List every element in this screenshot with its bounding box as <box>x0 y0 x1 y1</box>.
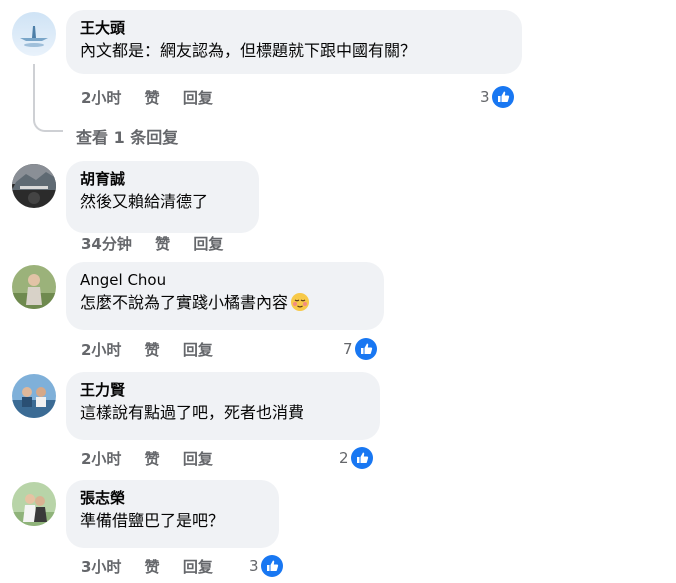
reply-thread-line <box>33 64 63 132</box>
view-replies-link[interactable]: 查看 1 条回复 <box>76 124 178 148</box>
like-button[interactable]: 赞 <box>145 450 160 468</box>
comment-time[interactable]: 2小时 <box>81 89 121 107</box>
comment-text: 這樣說有點過了吧，死者也消費 <box>80 403 305 422</box>
comment-actions: 2小时 赞 回复 <box>81 88 231 108</box>
comment-bubble: 王大頭 內文都是：網友認為，但標題就下跟中國有關？ <box>66 10 522 74</box>
comment-text: 準備借鹽巴了是吧？ <box>80 511 225 530</box>
reaction-count[interactable]: 3 <box>249 554 283 578</box>
comment-author[interactable]: 胡育誠 <box>80 169 245 189</box>
comment-text: 怎麼不說為了實踐小橘書內容 <box>80 292 370 314</box>
comment-bubble: 胡育誠 然後又賴給清德了 <box>66 161 259 233</box>
like-icon <box>350 447 373 469</box>
comment-time[interactable]: 2小时 <box>81 450 121 468</box>
comment-author[interactable]: 王力賢 <box>80 380 366 400</box>
comment-author[interactable]: 王大頭 <box>80 18 508 38</box>
like-button[interactable]: 赞 <box>155 235 170 253</box>
comment-time[interactable]: 34分钟 <box>81 235 132 253</box>
comment-author[interactable]: Angel Chou <box>80 270 370 290</box>
reaction-count[interactable]: 7 <box>343 337 377 361</box>
like-icon <box>491 86 514 108</box>
comment-text: 然後又賴給清德了 <box>80 192 209 211</box>
reply-button[interactable]: 回复 <box>183 341 213 359</box>
comment-actions: 2小时 赞 回复 <box>81 340 231 360</box>
comment-bubble: 張志榮 準備借鹽巴了是吧？ <box>66 480 279 548</box>
comment-text: 內文都是：網友認為，但標題就下跟中國有關？ <box>80 41 417 60</box>
comment-actions: 2小时 赞 回复 <box>81 449 231 469</box>
reaction-number: 3 <box>480 88 490 106</box>
comment-actions: 34分钟 赞 回复 <box>81 234 241 254</box>
reaction-count[interactable]: 3 <box>480 85 514 109</box>
reply-button[interactable]: 回复 <box>183 89 213 107</box>
comment-time[interactable]: 3小时 <box>81 558 121 576</box>
like-button[interactable]: 赞 <box>145 341 160 359</box>
reaction-number: 2 <box>339 449 349 467</box>
reaction-count[interactable]: 2 <box>339 446 373 470</box>
avatar[interactable] <box>12 265 56 309</box>
comment-bubble: Angel Chou 怎麼不說為了實踐小橘書內容 <box>66 262 384 330</box>
reply-button[interactable]: 回复 <box>193 235 223 253</box>
comment-time[interactable]: 2小时 <box>81 341 121 359</box>
reply-button[interactable]: 回复 <box>183 558 213 576</box>
like-button[interactable]: 赞 <box>145 558 160 576</box>
like-icon <box>354 338 377 360</box>
relieved-face-icon <box>291 293 310 311</box>
reaction-number: 3 <box>249 557 259 575</box>
avatar[interactable] <box>12 164 56 208</box>
reaction-number: 7 <box>343 340 353 358</box>
reply-button[interactable]: 回复 <box>183 450 213 468</box>
like-icon <box>260 555 283 577</box>
comment-author[interactable]: 張志榮 <box>80 488 265 508</box>
avatar[interactable] <box>12 482 56 526</box>
comment-actions: 3小时 赞 回复 <box>81 557 231 577</box>
comment-bubble: 王力賢 這樣說有點過了吧，死者也消費 <box>66 372 380 440</box>
comment-text-content: 怎麼不說為了實踐小橘書內容 <box>80 293 289 312</box>
avatar[interactable] <box>12 374 56 418</box>
like-button[interactable]: 赞 <box>145 89 160 107</box>
avatar[interactable] <box>12 12 56 56</box>
